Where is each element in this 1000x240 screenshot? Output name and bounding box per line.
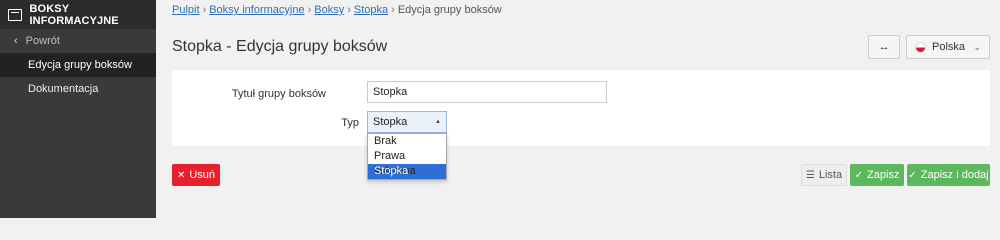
type-option-footer[interactable]: Stopka bbox=[368, 164, 446, 179]
save-button[interactable]: ✓ Zapisz bbox=[850, 164, 904, 186]
main-content: Pulpit › Boksy informacyjne › Boksy › Stopka › E… bbox=[156, 0, 1000, 218]
breadcrumb-link-info-boxes[interactable]: Boksy informacyjne bbox=[209, 4, 304, 16]
sidebar-item-label: Dokumentacja bbox=[28, 83, 99, 95]
breadcrumb-link-boxes[interactable]: Boksy bbox=[314, 4, 344, 16]
window-icon bbox=[8, 8, 22, 21]
language-label: Polska bbox=[932, 41, 966, 53]
bottom-right-actions: ☰ Lista ✓ Zapisz ✓ Zapisz i dodaj bbox=[801, 164, 990, 186]
chevron-left-icon: ‹ bbox=[14, 35, 18, 47]
type-select-value: Stopka bbox=[373, 116, 408, 128]
arrows-horizontal-icon: ↔ bbox=[878, 41, 890, 53]
delete-button[interactable]: ✕ Usuń bbox=[172, 164, 220, 186]
expand-button[interactable]: ↔ bbox=[868, 35, 900, 59]
type-dropdown-list: Brak Prawa kolumna Stopka bbox=[367, 133, 447, 180]
page-title: Stopka - Edycja grupy boksów bbox=[172, 38, 388, 55]
language-select[interactable]: Polska ⌄ bbox=[906, 35, 990, 59]
top-actions: ↔ Polska ⌄ bbox=[868, 35, 990, 59]
list-icon: ☰ bbox=[805, 169, 815, 181]
breadcrumb-separator: › bbox=[202, 4, 207, 16]
sidebar-item-documentation[interactable]: Dokumentacja bbox=[0, 77, 156, 101]
breadcrumb-separator: › bbox=[391, 4, 395, 16]
type-option-none[interactable]: Brak bbox=[368, 134, 446, 149]
breadcrumb-link-footer[interactable]: Stopka bbox=[354, 4, 388, 16]
save-label: Zapisz bbox=[866, 169, 900, 181]
delete-label: Usuń bbox=[189, 169, 216, 181]
bottom-left-actions: ✕ Usuń bbox=[172, 164, 220, 186]
poland-flag-icon bbox=[915, 41, 926, 53]
save-and-add-button[interactable]: ✓ Zapisz i dodaj bbox=[907, 164, 990, 186]
close-icon: ✕ bbox=[176, 169, 186, 181]
sidebar-item-label: Edycja grupy boksów bbox=[28, 59, 132, 71]
breadcrumb-separator: › bbox=[347, 4, 351, 16]
sidebar-item-edit-group[interactable]: Edycja grupy boksów bbox=[0, 53, 156, 77]
type-field-label: Typ bbox=[341, 117, 359, 129]
type-select[interactable]: Stopka ▲ bbox=[367, 111, 447, 133]
check-icon: ✓ bbox=[854, 169, 863, 181]
list-label: Lista bbox=[818, 169, 843, 181]
breadcrumb-current: Edycja grupy boksów bbox=[397, 4, 502, 16]
back-label: Powrót bbox=[25, 35, 60, 47]
title-input[interactable]: Stopka bbox=[367, 81, 607, 103]
type-option-right-column[interactable]: Prawa kolumna bbox=[368, 149, 446, 177]
breadcrumb-separator: › bbox=[307, 4, 312, 16]
sidebar-title: BOKSY INFORMACYJNE bbox=[29, 2, 119, 27]
save-add-label: Zapisz i dodaj bbox=[920, 169, 989, 181]
breadcrumb: Pulpit › Boksy informacyjne › Boksy › Stopka › E… bbox=[172, 4, 502, 16]
title-field-label: Tytuł grupy boksów bbox=[231, 88, 326, 100]
chevron-down-icon: ⌄ bbox=[973, 41, 981, 52]
back-link[interactable]: ‹ Powrót bbox=[0, 29, 156, 53]
sidebar-header: BOKSY INFORMACYJNE bbox=[0, 0, 156, 29]
list-button[interactable]: ☰ Lista bbox=[801, 164, 847, 186]
check-icon: ✓ bbox=[908, 169, 917, 181]
breadcrumb-link-dashboard[interactable]: Pulpit bbox=[172, 4, 200, 16]
caret-up-icon: ▲ bbox=[435, 119, 441, 125]
sidebar: BOKSY INFORMACYJNE ‹ Powrót Edycja grupy… bbox=[0, 0, 156, 218]
